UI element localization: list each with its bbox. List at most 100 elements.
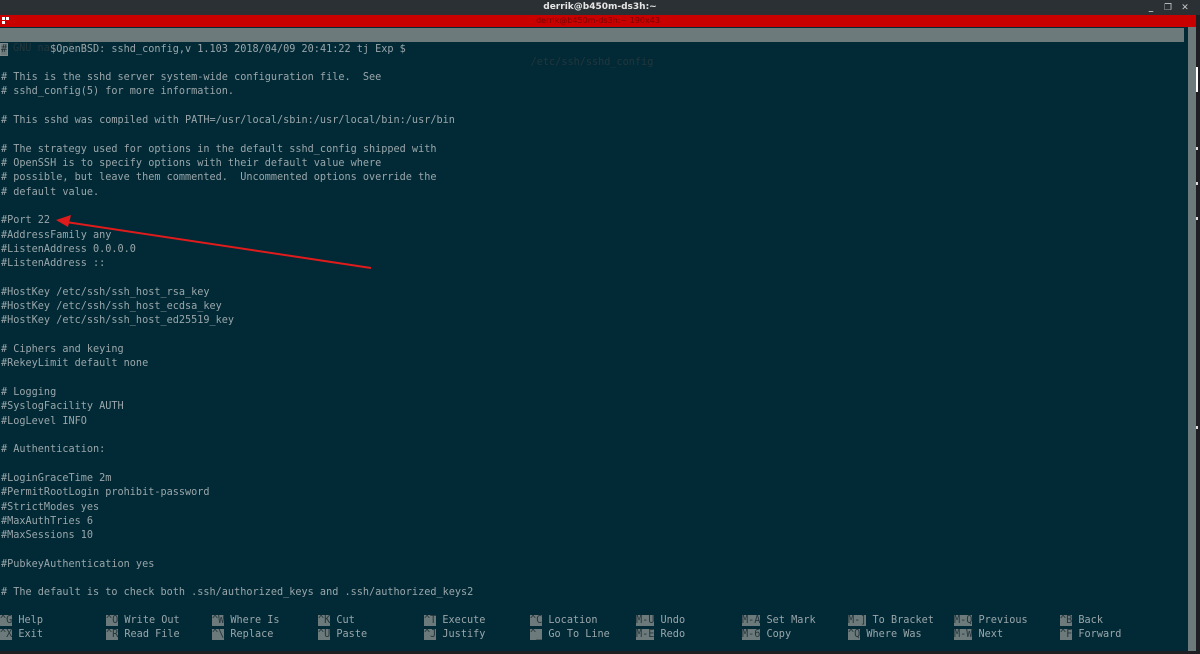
- minimize-icon[interactable]: _: [1146, 3, 1156, 13]
- editor-line[interactable]: #LogLevel INFO: [1, 415, 1181, 429]
- window-border: [1196, 15, 1200, 654]
- editor-line[interactable]: [1, 272, 1181, 286]
- editor-line[interactable]: #StrictModes yes: [1, 501, 1181, 515]
- shortcut-help[interactable]: ^G Help: [0, 614, 43, 628]
- editor-line[interactable]: [1, 543, 1181, 557]
- terminal-area[interactable]: GNU nano 5.4 /etc/ssh/sshd_config # $Ope…: [0, 27, 1188, 654]
- line-text: #HostKey /etc/ssh/ssh_host_ed25519_key: [1, 315, 235, 327]
- shortcut-write-out[interactable]: ^O Write Out: [106, 614, 180, 628]
- shortcut-label: Read File: [118, 629, 180, 641]
- shortcut-key: ^\: [212, 629, 225, 641]
- editor-line[interactable]: # Ciphers and keying: [1, 343, 1181, 357]
- editor-line[interactable]: # Logging: [1, 386, 1181, 400]
- shortcut-copy[interactable]: M-6 Copy: [742, 628, 791, 642]
- editor-line[interactable]: # default value.: [1, 186, 1181, 200]
- shortcut-justify[interactable]: ^J Justify: [424, 628, 485, 642]
- shortcut-back[interactable]: ^B Back: [1060, 614, 1103, 628]
- split-view-icon[interactable]: [2, 17, 10, 25]
- editor-line[interactable]: #PermitRootLogin prohibit-password: [1, 486, 1181, 500]
- editor-line[interactable]: #ListenAddress 0.0.0.0: [1, 243, 1181, 257]
- shortcut-label: Cut: [330, 615, 355, 626]
- line-text: # sshd_config(5) for more information.: [1, 86, 235, 98]
- shortcut-execute[interactable]: ^T Execute: [424, 614, 485, 628]
- scrollbar-thumb[interactable]: [1196, 67, 1198, 92]
- line-text: #RekeyLimit default none: [1, 358, 149, 370]
- line-text: #PubkeyAuthentication yes: [1, 558, 155, 570]
- editor-buffer[interactable]: # $OpenBSD: sshd_config,v 1.103 2018/04/…: [0, 42, 1181, 601]
- editor-line[interactable]: #MaxAuthTries 6: [1, 515, 1181, 529]
- editor-line[interactable]: [1, 100, 1181, 114]
- line-text: # Ciphers and keying: [1, 344, 124, 356]
- shortcut-next[interactable]: M-W Next: [954, 628, 1003, 642]
- line-text: #ListenAddress 0.0.0.0: [1, 243, 136, 255]
- shortcut-previous[interactable]: M-Q Previous: [954, 614, 1028, 628]
- line-text: #HostKey /etc/ssh/ssh_host_ecdsa_key: [1, 301, 222, 313]
- tab-title: derrik@b450m-ds3h:~ 190x43: [536, 16, 660, 25]
- shortcut-read-file[interactable]: ^R Read File: [106, 628, 180, 642]
- line-text: # Logging: [1, 387, 57, 398]
- editor-line[interactable]: #Port 22: [1, 214, 1181, 228]
- shortcut-where-is[interactable]: ^W Where Is: [212, 614, 279, 628]
- window-titlebar[interactable]: derrik@b450m-ds3h:~ _ ❐ ✕: [0, 0, 1200, 15]
- editor-line[interactable]: #MaxSessions 10: [1, 529, 1181, 543]
- line-text: #HostKey /etc/ssh/ssh_host_rsa_key: [1, 286, 210, 298]
- editor-line[interactable]: #HostKey /etc/ssh/ssh_host_ecdsa_key: [1, 300, 1181, 314]
- shortcut-go-to-line[interactable]: ^_ Go To Line: [530, 628, 610, 642]
- maximize-icon[interactable]: ❐: [1163, 3, 1173, 13]
- editor-line[interactable]: #RekeyLimit default none: [1, 357, 1181, 371]
- editor-line[interactable]: # possible, but leave them commented. Un…: [1, 171, 1181, 185]
- line-text: # The default is to check both .ssh/auth…: [1, 587, 474, 599]
- terminal-tab[interactable]: derrik@b450m-ds3h:~ 190x43: [0, 15, 1196, 27]
- shortcut-label: Redo: [654, 629, 686, 641]
- editor-line[interactable]: [1, 458, 1181, 472]
- shortcut-replace[interactable]: ^\ Replace: [212, 628, 273, 642]
- editor-line[interactable]: # Authentication:: [1, 443, 1181, 457]
- scrollbar-track[interactable]: [1188, 27, 1196, 653]
- shortcut-label: Set Mark: [760, 615, 816, 626]
- shortcut-location[interactable]: ^C Location: [530, 614, 597, 628]
- editor-line[interactable]: # OpenSSH is to specify options with the…: [1, 157, 1181, 171]
- shortcut-key: M-W: [954, 629, 973, 641]
- shortcut-exit[interactable]: ^X Exit: [0, 628, 43, 642]
- editor-line[interactable]: [1, 128, 1181, 142]
- editor-line[interactable]: # This sshd was compiled with PATH=/usr/…: [1, 114, 1181, 128]
- editor-line[interactable]: [1, 429, 1181, 443]
- shortcut-redo[interactable]: M-E Redo: [636, 628, 685, 642]
- close-icon[interactable]: ✕: [1180, 3, 1190, 13]
- editor-line[interactable]: #HostKey /etc/ssh/ssh_host_rsa_key: [1, 286, 1181, 300]
- editor-line[interactable]: [1, 57, 1181, 71]
- editor-line[interactable]: # sshd_config(5) for more information.: [1, 85, 1181, 99]
- editor-line[interactable]: #LoginGraceTime 2m: [1, 472, 1181, 486]
- editor-line[interactable]: [1, 372, 1181, 386]
- shortcut-key: ^W: [212, 615, 225, 626]
- shortcut-set-mark[interactable]: M-A Set Mark: [742, 614, 816, 628]
- editor-line[interactable]: # This is the sshd server system-wide co…: [1, 71, 1181, 85]
- editor-line[interactable]: #HostKey /etc/ssh/ssh_host_ed25519_key: [1, 314, 1181, 328]
- window-controls: _ ❐ ✕: [1146, 0, 1190, 15]
- editor-line[interactable]: [1, 572, 1181, 586]
- editor-line[interactable]: #ListenAddress ::: [1, 257, 1181, 271]
- shortcut-to-bracket[interactable]: M-] To Bracket: [848, 614, 934, 628]
- editor-line[interactable]: # The strategy used for options in the d…: [1, 143, 1181, 157]
- editor-line[interactable]: #AddressFamily any: [1, 229, 1181, 243]
- editor-line[interactable]: #SyslogFacility AUTH: [1, 400, 1181, 414]
- shortcut-paste[interactable]: ^U Paste: [318, 628, 367, 642]
- nano-title-bar: GNU nano 5.4 /etc/ssh/sshd_config: [0, 28, 1184, 68]
- shortcut-label: Execute: [436, 615, 486, 626]
- shortcut-key: M-E: [636, 629, 655, 641]
- editor-line[interactable]: # $OpenBSD: sshd_config,v 1.103 2018/04/…: [0, 42, 1181, 57]
- shortcut-key: M-Q: [954, 615, 973, 626]
- shortcut-where-was[interactable]: ^Q Where Was: [848, 628, 922, 642]
- editor-line[interactable]: [1, 329, 1181, 343]
- shortcut-undo[interactable]: M-U Undo: [636, 614, 685, 628]
- shortcut-bar: ^G Help ^X Exit ^O Write Out ^R Read File ^W…: [0, 614, 1188, 644]
- shortcut-forward[interactable]: ^F Forward: [1060, 628, 1121, 642]
- editor-line[interactable]: #PubkeyAuthentication yes: [1, 558, 1181, 572]
- line-text: $OpenBSD: sshd_config,v 1.103 2018/04/09…: [7, 43, 406, 55]
- editor-line[interactable]: # The default is to check both .ssh/auth…: [1, 586, 1181, 600]
- line-text: #ListenAddress ::: [1, 258, 106, 270]
- window-title: derrik@b450m-ds3h:~: [543, 2, 657, 12]
- shortcut-cut[interactable]: ^K Cut: [318, 614, 355, 628]
- shortcut-label: Exit: [12, 629, 43, 641]
- editor-line[interactable]: [1, 200, 1181, 214]
